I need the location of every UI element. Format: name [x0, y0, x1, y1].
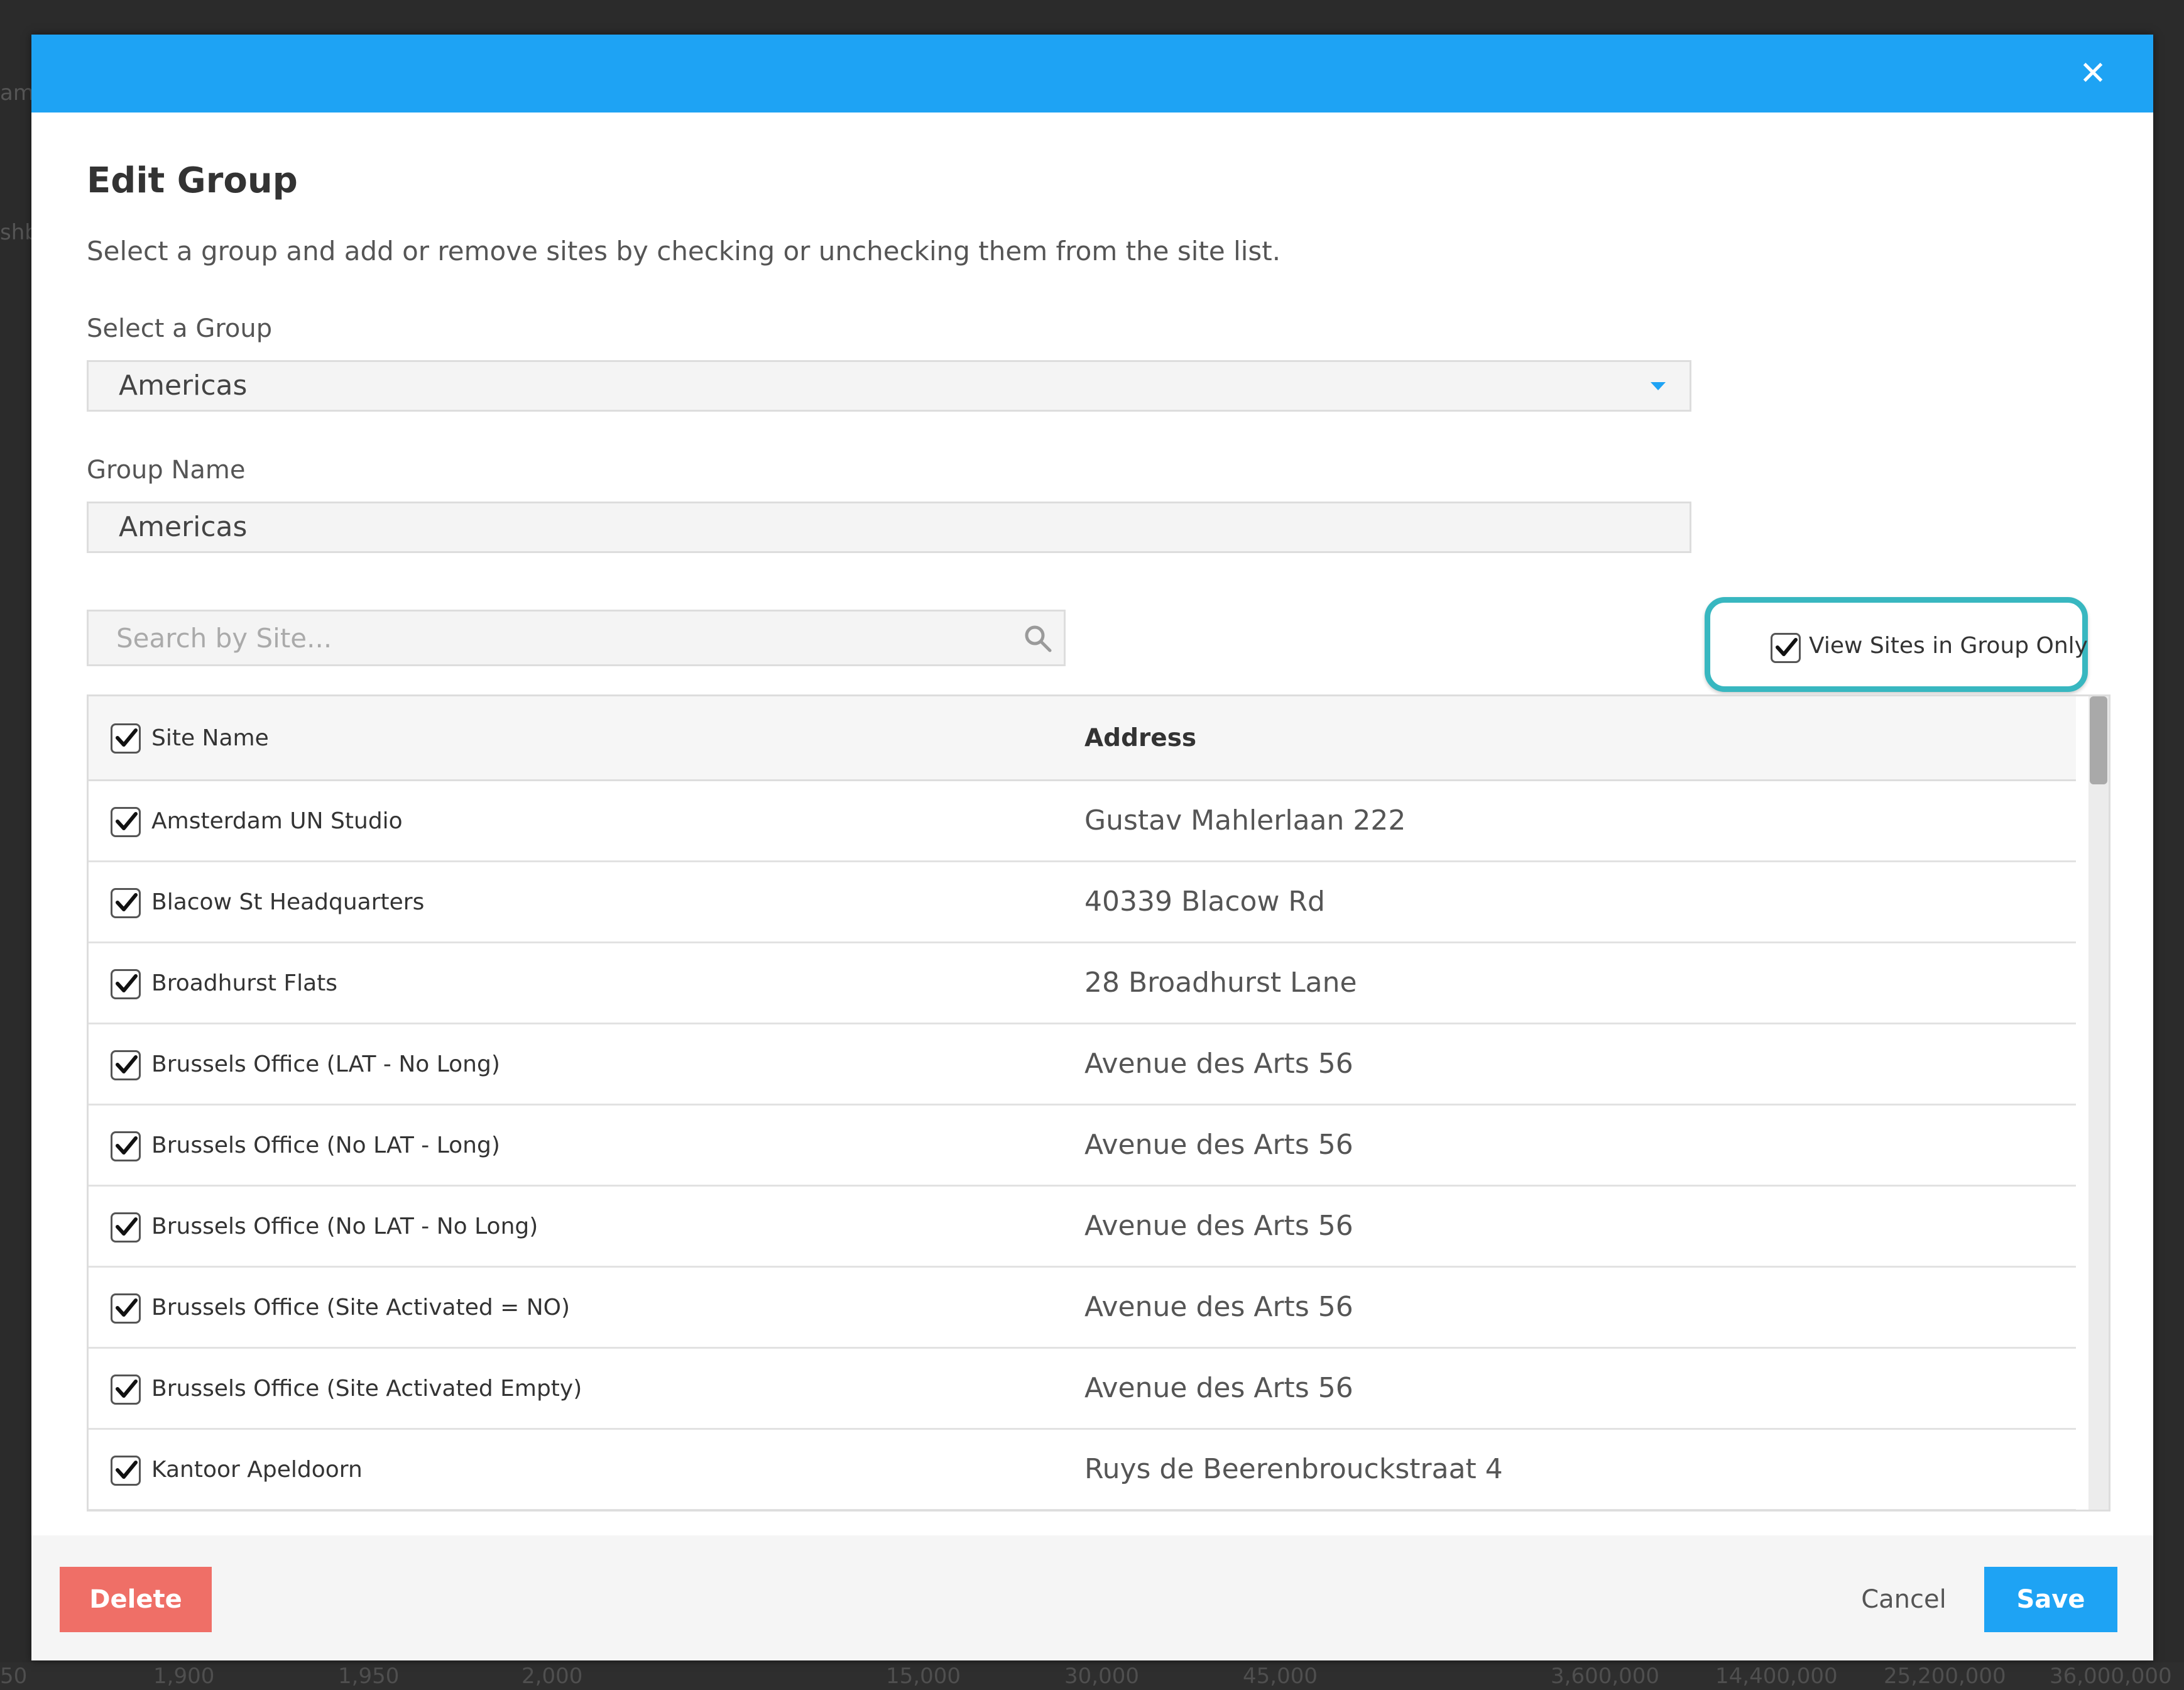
- group-name-field[interactable]: Americas: [87, 502, 1691, 553]
- address-cell: Avenue des Arts 56: [1084, 1048, 1353, 1080]
- table-header: Site Name Address: [89, 696, 2076, 781]
- backdrop-text-fragment: am: [0, 80, 34, 106]
- select-all-checkbox[interactable]: [111, 723, 141, 754]
- backdrop-axis-label: 50: [0, 1664, 28, 1689]
- search-icon[interactable]: [1022, 623, 1054, 654]
- site-name-cell: Broadhurst Flats: [151, 970, 338, 996]
- backdrop-axis-label: 1,950: [338, 1664, 400, 1689]
- site-name-cell: Brussels Office (LAT - No Long): [151, 1051, 500, 1077]
- group-name-label: Group Name: [87, 456, 246, 485]
- edit-group-modal: ✕ Edit Group Select a group and add or r…: [31, 35, 2153, 1660]
- checkmark-icon: [116, 893, 138, 911]
- row-checkbox[interactable]: [111, 1374, 141, 1405]
- modal-subtitle: Select a group and add or remove sites b…: [87, 236, 1281, 266]
- backdrop-axis-label: 3,600,000: [1551, 1664, 1660, 1689]
- site-name-cell: Brussels Office (Site Activated Empty): [151, 1376, 582, 1402]
- site-search-box: [87, 610, 1066, 666]
- checkmark-icon: [116, 1461, 138, 1479]
- backdrop-axis-label: 45,000: [1243, 1664, 1318, 1689]
- close-icon[interactable]: ✕: [2077, 57, 2109, 90]
- view-sites-in-group-only-checkbox[interactable]: [1771, 633, 1801, 663]
- backdrop-axis-label: 30,000: [1064, 1664, 1139, 1689]
- select-group-dropdown[interactable]: Americas: [87, 360, 1691, 412]
- table-row[interactable]: Brussels Office (Site Activated Empty) A…: [89, 1349, 2076, 1430]
- address-cell: Avenue des Arts 56: [1084, 1372, 1353, 1404]
- scrollbar-thumb[interactable]: [2090, 696, 2107, 784]
- row-checkbox[interactable]: [111, 1050, 141, 1080]
- table-row[interactable]: Kantoor Apeldoorn Ruys de Beerenbrouckst…: [89, 1430, 2076, 1510]
- modal-title: Edit Group: [87, 160, 298, 201]
- backdrop-axis-label: 15,000: [886, 1664, 961, 1689]
- checkmark-icon: [116, 1380, 138, 1398]
- row-checkbox[interactable]: [111, 888, 141, 918]
- table-row[interactable]: Amsterdam UN Studio Gustav Mahlerlaan 22…: [89, 781, 2076, 862]
- select-group-label: Select a Group: [87, 314, 273, 343]
- row-checkbox[interactable]: [111, 969, 141, 999]
- table-row[interactable]: Brussels Office (No LAT - No Long) Avenu…: [89, 1187, 2076, 1268]
- checkmark-icon: [116, 1217, 138, 1236]
- column-header-site-name[interactable]: Site Name: [151, 725, 269, 751]
- caret-down-icon: [1651, 382, 1666, 390]
- row-checkbox[interactable]: [111, 1456, 141, 1486]
- site-name-cell: Brussels Office (No LAT - Long): [151, 1133, 500, 1158]
- backdrop-axis-label: 25,200,000: [1884, 1664, 2006, 1689]
- table-row[interactable]: Brussels Office (Site Activated = NO) Av…: [89, 1268, 2076, 1349]
- address-cell: Ruys de Beerenbrouckstraat 4: [1084, 1453, 1503, 1485]
- backdrop-axis-label: 1,900: [153, 1664, 215, 1689]
- table-scrollbar[interactable]: [2088, 696, 2109, 1510]
- table-row[interactable]: Brussels Office (No LAT - Long) Avenue d…: [89, 1106, 2076, 1187]
- save-button[interactable]: Save: [1984, 1567, 2117, 1632]
- address-cell: Avenue des Arts 56: [1084, 1291, 1353, 1323]
- delete-button[interactable]: Delete: [60, 1567, 212, 1632]
- table-row[interactable]: Blacow St Headquarters 40339 Blacow Rd: [89, 862, 2076, 943]
- site-name-cell: Brussels Office (Site Activated = NO): [151, 1295, 571, 1320]
- table-row[interactable]: Brussels Office (LAT - No Long) Avenue d…: [89, 1024, 2076, 1106]
- sites-table: Site Name Address Amsterdam UN Studio Gu…: [87, 694, 2110, 1512]
- checkmark-icon: [116, 728, 138, 747]
- row-checkbox[interactable]: [111, 807, 141, 837]
- view-sites-in-group-only-label[interactable]: View Sites in Group Only: [1809, 633, 2088, 659]
- row-checkbox[interactable]: [111, 1212, 141, 1243]
- cancel-button[interactable]: Cancel: [1854, 1567, 1954, 1632]
- row-checkbox[interactable]: [111, 1293, 141, 1324]
- site-name-cell: Amsterdam UN Studio: [151, 808, 403, 834]
- address-cell: Avenue des Arts 56: [1084, 1129, 1353, 1161]
- checkmark-icon: [116, 1055, 138, 1073]
- address-cell: Avenue des Arts 56: [1084, 1210, 1353, 1242]
- select-group-value: Americas: [119, 370, 248, 402]
- site-name-cell: Blacow St Headquarters: [151, 889, 425, 915]
- backdrop-axis-label: 2,000: [521, 1664, 583, 1689]
- view-sites-in-group-only-highlight: View Sites in Group Only: [1705, 597, 2088, 692]
- backdrop-axis-labels: 50 1,900 1,950 2,000 15,000 30,000 45,00…: [0, 1662, 2184, 1690]
- table-body: Amsterdam UN Studio Gustav Mahlerlaan 22…: [89, 781, 2076, 1510]
- checkmark-icon: [116, 974, 138, 992]
- address-cell: 28 Broadhurst Lane: [1084, 967, 1357, 999]
- site-name-cell: Brussels Office (No LAT - No Long): [151, 1214, 538, 1239]
- checkmark-icon: [116, 812, 138, 830]
- address-cell: Gustav Mahlerlaan 222: [1084, 804, 1406, 837]
- backdrop-axis-label: 14,400,000: [1715, 1664, 1838, 1689]
- modal-footer: Delete Cancel Save: [31, 1535, 2153, 1660]
- address-cell: 40339 Blacow Rd: [1084, 886, 1325, 918]
- group-name-value: Americas: [119, 511, 248, 543]
- row-checkbox[interactable]: [111, 1131, 141, 1161]
- backdrop-axis-label: 36,000,000: [2050, 1664, 2172, 1689]
- site-name-cell: Kantoor Apeldoorn: [151, 1457, 363, 1483]
- table-row[interactable]: Broadhurst Flats 28 Broadhurst Lane: [89, 943, 2076, 1024]
- modal-header-bar: ✕: [31, 35, 2153, 112]
- checkmark-icon: [116, 1136, 138, 1155]
- site-search-input[interactable]: [89, 612, 993, 664]
- column-header-address[interactable]: Address: [1084, 724, 1196, 752]
- checkmark-icon: [1776, 638, 1798, 656]
- checkmark-icon: [116, 1298, 138, 1317]
